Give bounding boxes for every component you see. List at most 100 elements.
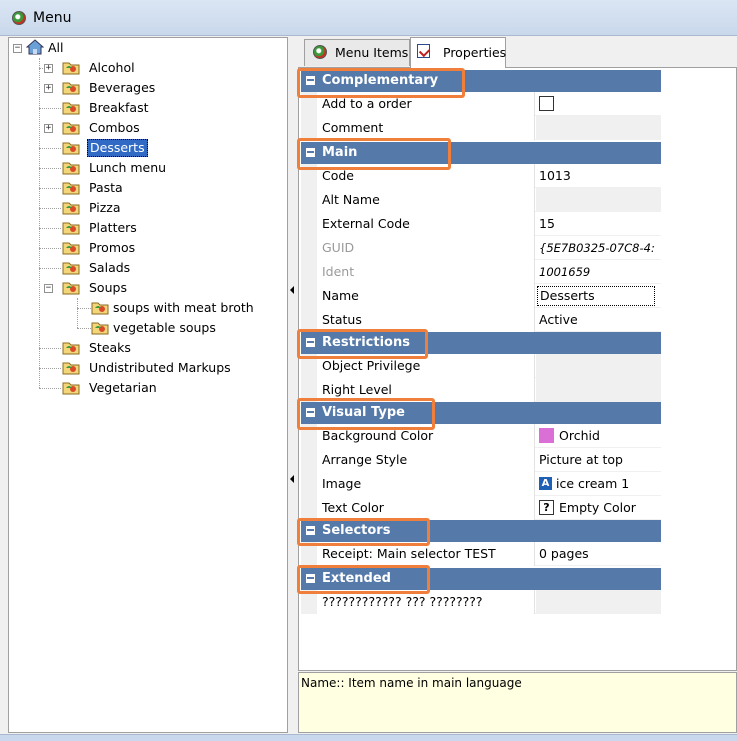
tree-item-breakfast[interactable]: Breakfast <box>9 98 279 118</box>
menu-tree[interactable]: − All + Alcohol + Beverages Breakfast + … <box>8 37 288 733</box>
tree-item-vegetable-soups[interactable]: vegetable soups <box>9 318 279 338</box>
tab-menu-items[interactable]: Menu Items <box>304 39 410 66</box>
prop-row-background-color[interactable]: Background Color Orchid <box>301 424 661 448</box>
tree-item-pasta[interactable]: Pasta <box>9 178 279 198</box>
alt-name-value[interactable] <box>536 188 661 212</box>
prop-row-external-code[interactable]: External Code 15 <box>301 212 661 236</box>
prop-row-object-privilege[interactable]: Object Privilege <box>301 354 661 378</box>
collapse-section-icon[interactable] <box>306 76 315 85</box>
arrange-style-value[interactable]: Picture at top <box>536 448 661 472</box>
expand-icon[interactable]: + <box>44 124 53 133</box>
folder-icon <box>91 322 109 335</box>
folder-icon <box>62 82 80 95</box>
prop-row-text-color[interactable]: Text Color ? Empty Color <box>301 496 661 520</box>
section-complementary[interactable]: Complementary <box>301 70 661 92</box>
section-title: Visual Type <box>322 405 405 420</box>
folder-icon <box>62 202 80 215</box>
tree-item-platters[interactable]: Platters <box>9 218 279 238</box>
tree-item-steaks[interactable]: Steaks <box>9 338 279 358</box>
extended-unknown-value[interactable] <box>536 590 661 614</box>
comment-value[interactable] <box>536 116 661 140</box>
tree-node-all[interactable]: − All <box>9 38 279 58</box>
object-privilege-value[interactable] <box>536 354 661 378</box>
tree-item-promos[interactable]: Promos <box>9 238 279 258</box>
prop-row-extended-unknown[interactable]: ???????????? ??? ???????? <box>301 590 661 614</box>
section-title: Main <box>322 145 358 160</box>
expand-icon[interactable]: + <box>44 64 53 73</box>
ident-value: 1001659 <box>539 265 591 279</box>
receipt-selector-value[interactable]: 0 pages <box>536 542 661 566</box>
collapse-icon[interactable]: − <box>13 44 22 53</box>
collapse-section-icon[interactable] <box>306 338 315 347</box>
section-visual-type[interactable]: Visual Type <box>301 402 661 424</box>
collapse-icon[interactable]: − <box>44 284 53 293</box>
collapse-section-icon[interactable] <box>306 148 315 157</box>
prop-name: Receipt: Main selector TEST <box>317 542 535 566</box>
folder-icon <box>62 102 80 115</box>
prop-name: Comment <box>317 116 535 140</box>
section-main[interactable]: Main <box>301 142 661 164</box>
tree-item-label: Undistributed Markups <box>89 360 231 375</box>
tree-item-desserts[interactable]: Desserts <box>9 138 279 158</box>
image-file-icon: A <box>539 477 552 490</box>
window-bottom-border <box>0 734 737 741</box>
tab-label: Menu Items <box>335 45 409 60</box>
expand-icon[interactable]: + <box>44 84 53 93</box>
section-extended[interactable]: Extended <box>301 568 661 590</box>
tree-item-soups[interactable]: − Soups <box>9 278 279 298</box>
prop-name: Image <box>317 472 535 496</box>
tree-root-label: All <box>48 40 64 55</box>
tree-item-undistributed-markups[interactable]: Undistributed Markups <box>9 358 279 378</box>
prop-row-alt-name[interactable]: Alt Name <box>301 188 661 212</box>
tree-item-label: Platters <box>89 220 137 235</box>
prop-row-arrange-style[interactable]: Arrange Style Picture at top <box>301 448 661 472</box>
text-color-value[interactable]: ? Empty Color <box>536 496 661 520</box>
prop-name: Object Privilege <box>317 354 535 378</box>
properties-icon <box>417 44 431 58</box>
name-value-field[interactable]: Desserts <box>537 286 655 306</box>
collapse-left-arrow-icon[interactable] <box>290 475 294 483</box>
prop-row-image[interactable]: Image Aice cream 1 <box>301 472 661 496</box>
tree-item-pizza[interactable]: Pizza <box>9 198 279 218</box>
prop-row-comment[interactable]: Comment <box>301 116 661 140</box>
section-selectors[interactable]: Selectors <box>301 520 661 542</box>
collapse-section-icon[interactable] <box>306 408 315 417</box>
collapse-section-icon[interactable] <box>306 526 315 535</box>
color-swatch <box>539 428 554 443</box>
prop-row-code[interactable]: Code 1013 <box>301 164 661 188</box>
tree-item-soups-with-meat-broth[interactable]: soups with meat broth <box>9 298 279 318</box>
prop-name: Alt Name <box>317 188 535 212</box>
prop-row-status[interactable]: Status Active <box>301 308 661 332</box>
prop-name: Background Color <box>317 424 535 448</box>
prop-row-right-level[interactable]: Right Level <box>301 378 661 402</box>
tree-item-label: Vegetarian <box>89 380 157 395</box>
collapse-section-icon[interactable] <box>306 574 315 583</box>
tree-item-salads[interactable]: Salads <box>9 258 279 278</box>
status-value[interactable]: Active <box>536 308 661 332</box>
panel-splitter[interactable] <box>289 37 296 733</box>
tree-item-lunch-menu[interactable]: Lunch menu <box>9 158 279 178</box>
prop-row-receipt-selector[interactable]: Receipt: Main selector TEST 0 pages <box>301 542 661 566</box>
tree-item-label: Beverages <box>89 80 156 95</box>
code-value[interactable]: 1013 <box>536 164 661 188</box>
right-level-value[interactable] <box>536 378 661 402</box>
add-to-order-checkbox[interactable] <box>539 96 554 111</box>
folder-icon <box>62 282 80 295</box>
section-restrictions[interactable]: Restrictions <box>301 332 661 354</box>
tree-item-beverages[interactable]: + Beverages <box>9 78 279 98</box>
prop-row-name[interactable]: Name Desserts <box>301 284 661 308</box>
tab-properties[interactable]: Properties <box>410 37 506 68</box>
prop-row-ident[interactable]: Ident 1001659 <box>301 260 661 284</box>
tree-item-combos[interactable]: + Combos <box>9 118 279 138</box>
background-color-value[interactable]: Orchid <box>536 424 661 448</box>
collapse-left-arrow-icon[interactable] <box>290 286 294 294</box>
prop-row-guid[interactable]: GUID {5E7B0325-07C8-4: <box>301 236 661 260</box>
tree-item-label: Alcohol <box>89 60 135 75</box>
tree-item-vegetarian[interactable]: Vegetarian <box>9 378 279 398</box>
tree-item-alcohol[interactable]: + Alcohol <box>9 58 279 78</box>
prop-row-add-to-order[interactable]: Add to a order <box>301 92 661 116</box>
tree-item-label: soups with meat broth <box>113 300 254 315</box>
external-code-value[interactable]: 15 <box>536 212 661 236</box>
image-value[interactable]: Aice cream 1 <box>536 472 661 496</box>
prop-name: External Code <box>317 212 535 236</box>
